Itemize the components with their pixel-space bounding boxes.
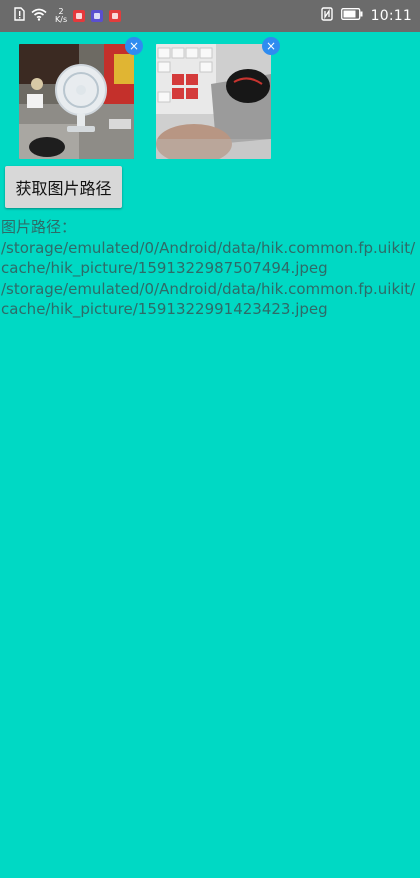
fan-desk-photo[interactable] xyxy=(19,44,134,159)
app-badge-red2-icon xyxy=(109,10,122,22)
path-line: cache/hik_picture/1591322991423423.jpeg xyxy=(1,300,328,318)
close-icon[interactable]: × xyxy=(125,37,143,55)
app-badge-blue-icon xyxy=(91,10,104,22)
clock: 10:11 xyxy=(370,8,412,24)
keyboard-mouse-photo[interactable] xyxy=(156,44,271,159)
battery-icon xyxy=(340,8,363,24)
path-line: cache/hik_picture/1591322987507494.jpeg xyxy=(1,259,328,277)
network-speed-unit: K/s xyxy=(55,15,68,24)
app-badge-red-icon xyxy=(73,10,86,22)
image-path-output: 图片路径： /storage/emulated/0/Android/data/h… xyxy=(1,217,419,320)
close-icon[interactable]: × xyxy=(262,37,280,55)
path-line: /storage/emulated/0/Android/data/hik.com… xyxy=(1,238,416,257)
sim-icon xyxy=(14,7,25,25)
status-bar: 2 K/s 10:11 xyxy=(0,0,420,32)
nfc-icon xyxy=(320,7,333,25)
network-speed: 2 K/s xyxy=(55,8,67,24)
status-right: 10:11 xyxy=(320,7,412,25)
wifi-icon xyxy=(31,8,47,25)
path-line: /storage/emulated/0/Android/data/hik.com… xyxy=(1,279,416,298)
path-label: 图片路径： xyxy=(1,218,77,236)
status-left: 2 K/s xyxy=(14,7,122,25)
get-image-path-button[interactable]: 获取图片路径 xyxy=(5,166,122,208)
